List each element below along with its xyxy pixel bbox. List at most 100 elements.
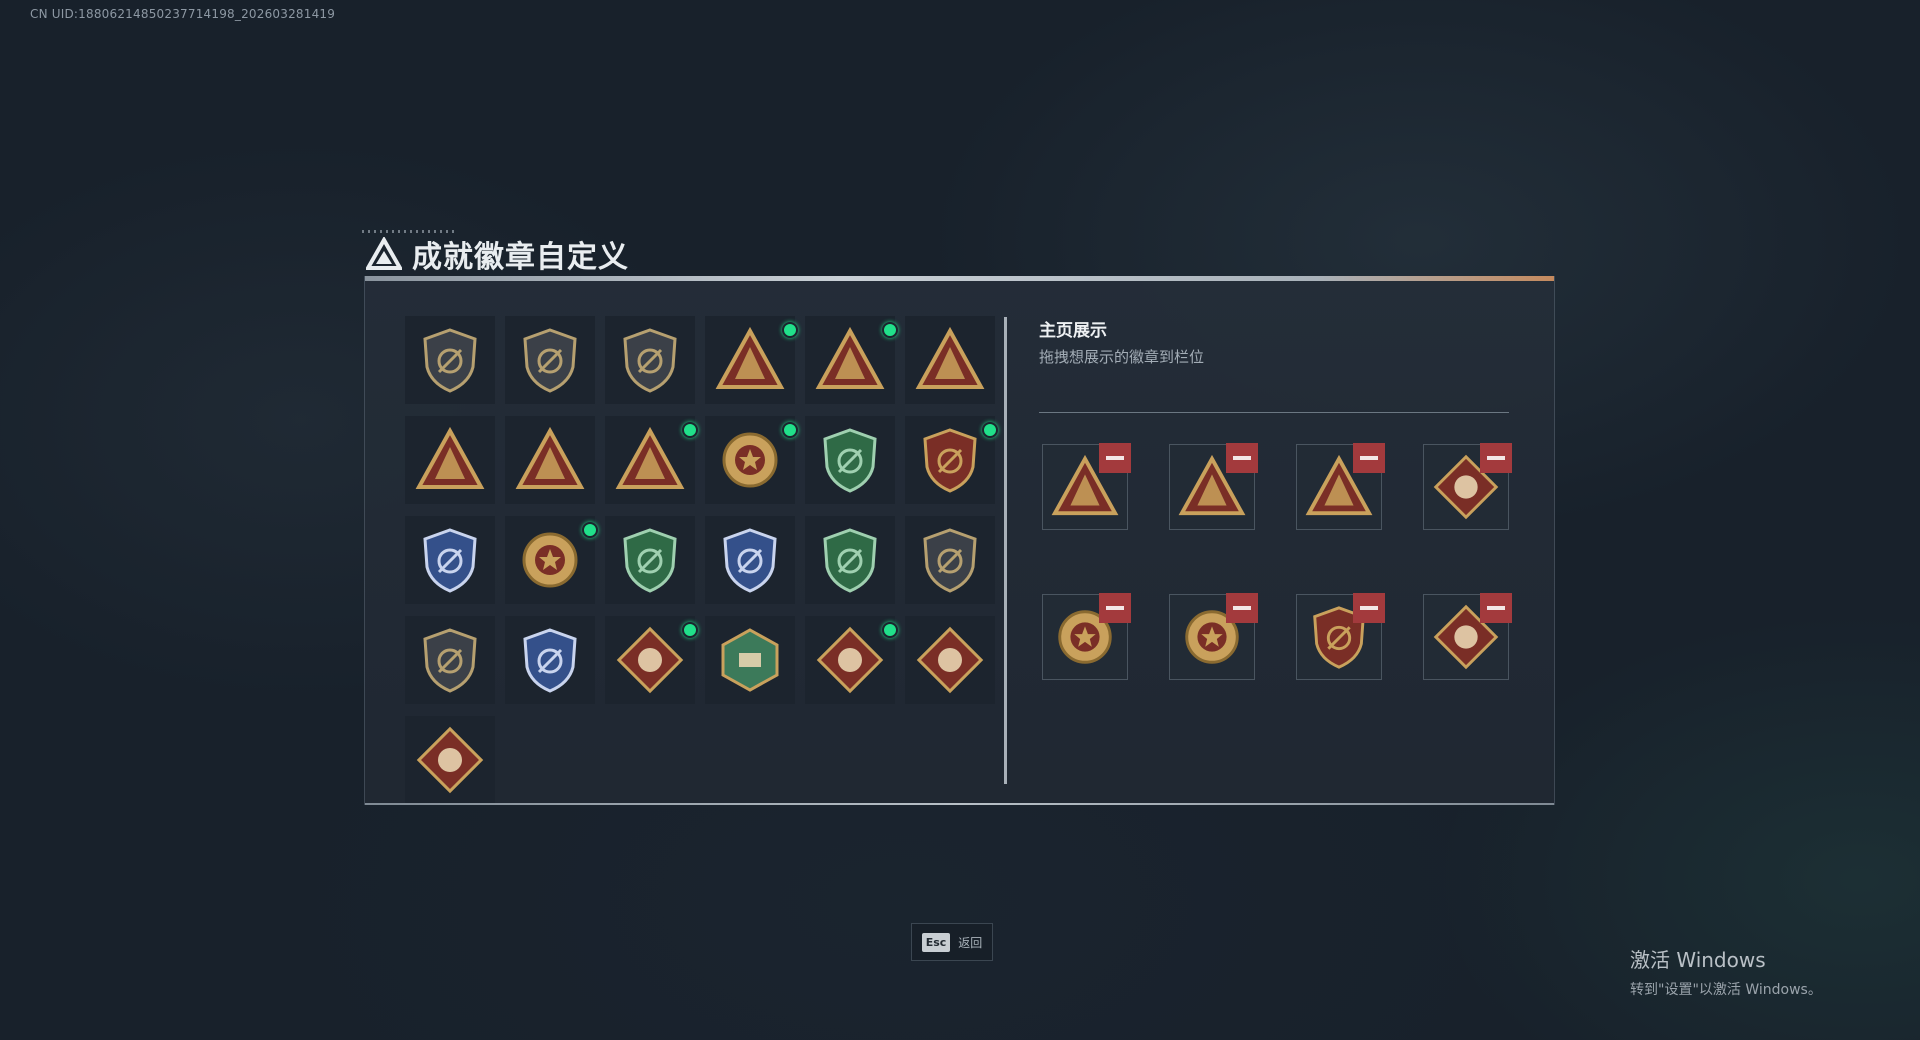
uid-label: CN UID:188062148502377141​98_20260328141… (30, 7, 336, 21)
minus-icon (1233, 606, 1251, 610)
remove-badge-button[interactable] (1353, 593, 1385, 623)
showcase-slot[interactable] (1423, 593, 1512, 680)
windows-activation-title: 激活 Windows (1630, 948, 1766, 972)
badge-cell[interactable] (805, 316, 898, 404)
triangle-moneybag-badge-icon (815, 326, 885, 389)
minus-icon (1233, 456, 1251, 460)
showcase-slot[interactable] (1423, 443, 1512, 530)
showcase-slot[interactable] (1296, 593, 1385, 680)
remove-badge-button[interactable] (1480, 593, 1512, 623)
badge-cell[interactable] (605, 316, 695, 404)
showcase-slot[interactable] (1169, 443, 1258, 530)
dark-shield-rifle-badge-icon (923, 528, 977, 593)
badge-cell[interactable] (505, 516, 598, 604)
badge-customize-panel: 主页展示 拖拽想展示的徽章到栏位 (364, 276, 1555, 805)
new-indicator-dot (682, 422, 698, 438)
remove-badge-button[interactable] (1480, 443, 1512, 473)
badge-cell[interactable] (505, 316, 595, 404)
badge-cell[interactable] (905, 516, 995, 604)
blue-crosshair-badge-icon (723, 528, 777, 593)
panel-bottom-border (365, 803, 1554, 805)
dark-shield-sniper-badge-icon (423, 628, 477, 693)
showcase-slot[interactable] (1042, 443, 1131, 530)
remove-badge-button[interactable] (1099, 443, 1131, 473)
windows-activation-subtitle: 转到"设置"以激活 Windows。 (1630, 982, 1822, 998)
green-rifle-badge-icon (823, 528, 877, 593)
remove-badge-button[interactable] (1099, 593, 1131, 623)
triangle-logo-icon (366, 237, 402, 270)
badge-cell[interactable] (705, 316, 798, 404)
minus-icon (1360, 606, 1378, 610)
showcase-slot[interactable] (1169, 593, 1258, 680)
blue-crosshair-rifle-badge-icon (523, 628, 577, 693)
new-indicator-dot (782, 422, 798, 438)
badge-cell[interactable] (805, 616, 898, 704)
gold-round-emblem-badge-icon (522, 532, 578, 588)
badge-cell[interactable] (405, 716, 495, 804)
diamond-dragon-badge-icon (816, 626, 884, 694)
badge-cell[interactable] (505, 416, 595, 504)
new-indicator-dot (982, 422, 998, 438)
badge-cell[interactable] (705, 616, 795, 704)
showcase-divider (1039, 412, 1509, 413)
minus-icon (1487, 606, 1505, 610)
new-indicator-dot (682, 622, 698, 638)
diamond-runner-badge-icon (916, 626, 984, 694)
badge-cell[interactable] (605, 616, 698, 704)
new-indicator-dot (882, 322, 898, 338)
badge-cell[interactable] (905, 416, 998, 504)
triangle-trophy-badge-icon (715, 326, 785, 389)
blue-shield-emblem-badge-icon (423, 528, 477, 593)
showcase-title: 主页展示 (1039, 321, 1107, 341)
badge-cell[interactable] (505, 616, 595, 704)
showcase-section: 主页展示 拖拽想展示的徽章到栏位 (1039, 316, 1512, 680)
remove-badge-button[interactable] (1353, 443, 1385, 473)
shield-triangle-badge-icon (423, 328, 477, 393)
badge-cell[interactable] (405, 516, 495, 604)
diamond-beast-badge-icon (616, 626, 684, 694)
minus-icon (1487, 456, 1505, 460)
green-tank-badge-icon (623, 528, 677, 593)
round-star-medal-badge-icon (722, 432, 778, 488)
shield-jet-badge-icon (623, 328, 677, 393)
badge-cell[interactable] (705, 516, 795, 604)
remove-badge-button[interactable] (1226, 443, 1258, 473)
hexagon-weapons-badge-icon (721, 628, 779, 692)
triangle-number-one-badge-icon (415, 426, 485, 489)
badge-cell[interactable] (805, 516, 895, 604)
badge-cell[interactable] (405, 316, 495, 404)
new-indicator-dot (882, 622, 898, 638)
windows-activation-watermark: 激活 Windows 转到"设置"以激活 Windows。 (1630, 944, 1822, 999)
page-title: 成就徽章自定义 (412, 240, 629, 275)
shield-helicopter-badge-icon (523, 328, 577, 393)
badge-cell[interactable] (405, 616, 495, 704)
badge-cell[interactable] (905, 316, 995, 404)
minus-icon (1360, 456, 1378, 460)
badge-cell[interactable] (405, 416, 495, 504)
showcase-subtitle: 拖拽想展示的徽章到栏位 (1039, 348, 1205, 366)
page-header: 成就徽章自定义 (366, 234, 629, 275)
badge-cell[interactable] (905, 616, 995, 704)
red-shield-stars-badge-icon (923, 428, 977, 493)
triangle-hands-badge-icon (915, 326, 985, 389)
diamond-fist-badge-icon (416, 726, 484, 794)
badge-cell[interactable] (605, 416, 698, 504)
minus-icon (1106, 606, 1124, 610)
new-indicator-dot (582, 522, 598, 538)
showcase-slot[interactable] (1296, 443, 1385, 530)
badge-cell[interactable] (805, 416, 895, 504)
minus-icon (1106, 456, 1124, 460)
back-button[interactable]: Esc 返回 (911, 923, 993, 961)
new-indicator-dot (782, 322, 798, 338)
triangle-squad-badge-icon (615, 426, 685, 489)
triangle-crate-badge-icon (515, 426, 585, 489)
back-label: 返回 (958, 935, 983, 950)
panel-top-border (365, 276, 1554, 281)
badge-cell[interactable] (605, 516, 695, 604)
remove-badge-button[interactable] (1226, 593, 1258, 623)
badge-cell[interactable] (705, 416, 798, 504)
esc-key-icon: Esc (921, 932, 951, 952)
green-shield-medal-badge-icon (823, 428, 877, 493)
scrollbar[interactable] (1004, 317, 1007, 784)
showcase-slot[interactable] (1042, 593, 1131, 680)
